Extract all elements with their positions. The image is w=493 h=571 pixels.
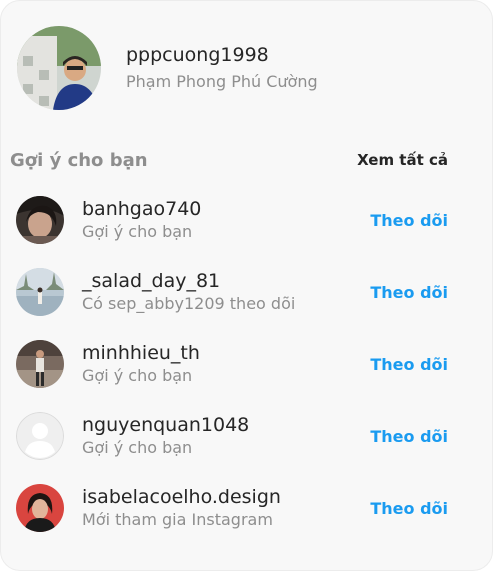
profile-username[interactable]: pppcuong1998 (126, 42, 318, 68)
list-item-text: minhhieu_th Gợi ý cho bạn (82, 341, 370, 387)
follow-button[interactable]: Theo dõi (370, 283, 448, 302)
suggestions-panel: pppcuong1998 Phạm Phong Phú Cường Gợi ý … (0, 0, 493, 571)
suggestions-list: banhgao740 Gợi ý cho bạn Theo dõi _salad… (16, 184, 448, 544)
list-item-text: nguyenquan1048 Gợi ý cho bạn (82, 413, 370, 459)
list-item: banhgao740 Gợi ý cho bạn Theo dõi (16, 184, 448, 256)
suggestion-reason: Mới tham gia Instagram (82, 510, 273, 529)
suggestion-reason: Gợi ý cho bạn (82, 366, 193, 385)
current-user: pppcuong1998 Phạm Phong Phú Cường (17, 25, 318, 111)
profile-text: pppcuong1998 Phạm Phong Phú Cường (126, 42, 318, 94)
suggested-username[interactable]: minhhieu_th (82, 341, 370, 365)
list-item-text: isabelacoelho.design Mới tham gia Instag… (82, 485, 370, 531)
suggestions-title: Gợi ý cho bạn (10, 149, 148, 171)
default-avatar-icon[interactable] (16, 412, 64, 460)
suggested-username[interactable]: _salad_day_81 (82, 269, 370, 293)
follow-button[interactable]: Theo dõi (370, 211, 448, 230)
follow-button[interactable]: Theo dõi (370, 427, 448, 446)
avatar[interactable] (16, 196, 64, 244)
avatar[interactable] (16, 268, 64, 316)
see-all-link[interactable]: Xem tất cả (357, 151, 448, 169)
suggestion-reason: Có sep_abby1209 theo dõi (82, 294, 296, 313)
follow-button[interactable]: Theo dõi (370, 355, 448, 374)
suggestions-header: Gợi ý cho bạn Xem tất cả (10, 146, 448, 174)
suggested-username[interactable]: banhgao740 (82, 197, 370, 221)
list-item: _salad_day_81 Có sep_abby1209 theo dõi T… (16, 256, 448, 328)
suggested-username[interactable]: isabelacoelho.design (82, 485, 370, 509)
avatar[interactable] (16, 484, 64, 532)
suggested-username[interactable]: nguyenquan1048 (82, 413, 370, 437)
profile-avatar[interactable] (17, 26, 101, 110)
list-item-text: _salad_day_81 Có sep_abby1209 theo dõi (82, 269, 370, 315)
list-item: minhhieu_th Gợi ý cho bạn Theo dõi (16, 328, 448, 400)
list-item: isabelacoelho.design Mới tham gia Instag… (16, 472, 448, 544)
list-item-text: banhgao740 Gợi ý cho bạn (82, 197, 370, 243)
suggestion-reason: Gợi ý cho bạn (82, 222, 193, 241)
follow-button[interactable]: Theo dõi (370, 499, 448, 518)
profile-full-name: Phạm Phong Phú Cường (126, 72, 318, 91)
avatar[interactable] (16, 340, 64, 388)
suggestion-reason: Gợi ý cho bạn (82, 438, 193, 457)
list-item: nguyenquan1048 Gợi ý cho bạn Theo dõi (16, 400, 448, 472)
